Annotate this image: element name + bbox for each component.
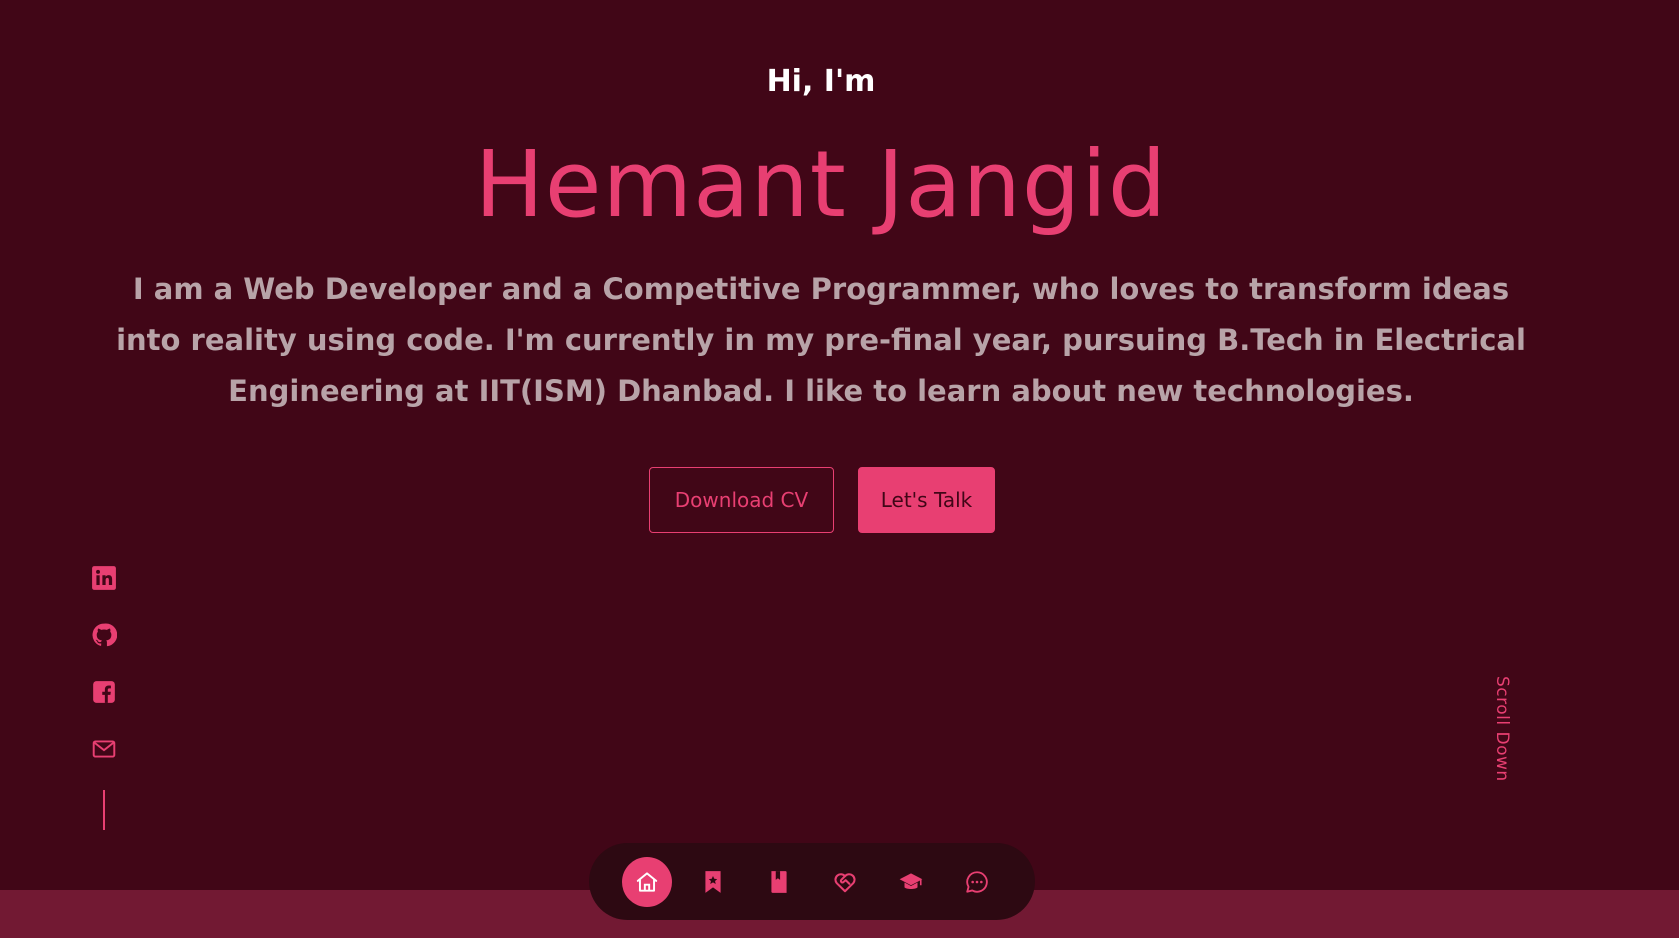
nav-home[interactable] [622,856,672,907]
hero-bio: I am a Web Developer and a Competitive P… [116,272,1526,408]
lets-talk-button[interactable]: Let's Talk [858,467,995,533]
nav-about[interactable] [688,857,738,907]
bookmark-star-icon [705,870,721,893]
book-icon [771,870,787,893]
cta-buttons: Download CV Let's Talk [649,467,995,533]
scroll-down-link[interactable]: Scroll Down [1492,676,1512,782]
bottom-nav [589,843,1035,920]
github-icon[interactable] [91,622,117,648]
home-icon [636,871,658,892]
linkedin-icon[interactable] [91,565,117,591]
facebook-icon[interactable] [91,679,117,705]
nav-contact[interactable] [952,857,1002,907]
social-links [91,565,117,793]
hero-name: Hemant Jangid [474,131,1168,238]
download-cv-button[interactable]: Download CV [649,467,834,533]
chat-icon [966,870,988,893]
heart-handshake-icon [834,872,856,892]
greeting-text: Hi, I'm [766,64,876,99]
portfolio-page: Hi, I'm Hemant Jangid I am a Web Develop… [0,0,1679,938]
nav-services[interactable] [820,857,870,907]
nav-education[interactable] [886,857,936,907]
social-divider-line [103,790,105,830]
nav-experience[interactable] [754,857,804,907]
graduation-cap-icon [899,872,923,889]
mail-icon[interactable] [91,736,117,762]
